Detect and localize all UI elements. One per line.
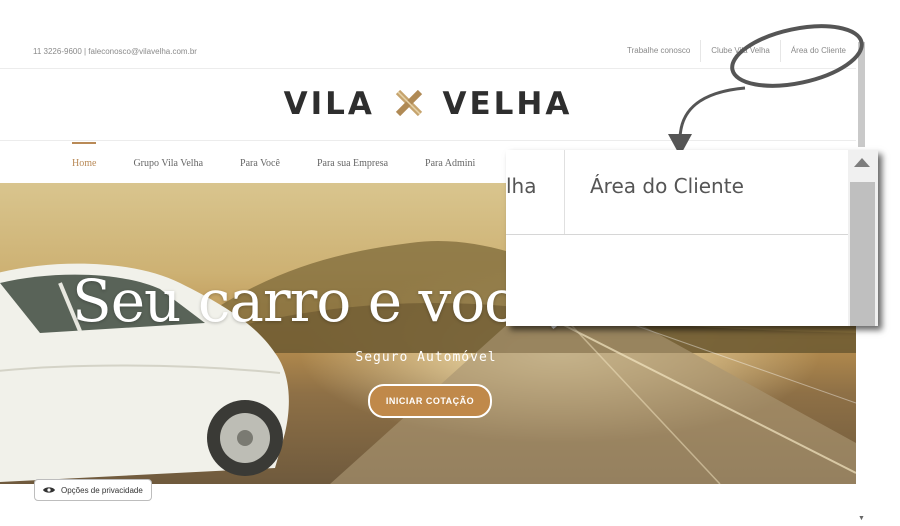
zoom-nav-fragment: lha bbox=[506, 174, 537, 198]
zoom-separator bbox=[564, 150, 565, 234]
zoom-divider bbox=[506, 234, 848, 235]
eye-icon bbox=[43, 487, 55, 493]
zoom-callout: lha Área do Cliente bbox=[506, 150, 878, 326]
nav-item-para-sua-empresa[interactable]: Para sua Empresa bbox=[317, 158, 388, 169]
logo-text-left: VILA bbox=[283, 86, 375, 122]
zoom-area-do-cliente[interactable]: Área do Cliente bbox=[590, 174, 744, 198]
header-divider bbox=[0, 140, 856, 141]
top-links: Trabalhe conosco Clube Vila Velha Área d… bbox=[617, 40, 856, 62]
hero-subtitle-text: Seguro Automóvel bbox=[355, 350, 497, 365]
scroll-down-arrow-icon[interactable]: ▼ bbox=[858, 514, 865, 522]
privacy-options-label: Opções de privacidade bbox=[61, 485, 143, 495]
page-scrollbar-thumb[interactable] bbox=[858, 42, 865, 147]
iniciar-cotacao-button[interactable]: INICIAR COTAÇÃO bbox=[368, 384, 492, 418]
logo-cross-icon bbox=[395, 88, 423, 124]
link-trabalhe-conosco[interactable]: Trabalhe conosco bbox=[617, 40, 700, 62]
top-bar: 11 3226-9600 | faleconosco@vilavelha.com… bbox=[0, 0, 856, 69]
nav-item-para-voce[interactable]: Para Você bbox=[240, 158, 280, 169]
main-nav: Home Grupo Vila Velha Para Você Para sua… bbox=[72, 142, 475, 169]
nav-item-para-admini[interactable]: Para Admini bbox=[425, 158, 475, 169]
link-clube-vila-velha[interactable]: Clube Vila Velha bbox=[700, 40, 780, 62]
scroll-up-arrow-icon[interactable] bbox=[854, 158, 870, 167]
nav-item-grupo-vila-velha[interactable]: Grupo Vila Velha bbox=[133, 158, 203, 169]
site-logo[interactable]: VILA VELHA bbox=[0, 86, 856, 124]
hero-subtitle: Seguro Automóvel bbox=[0, 350, 856, 365]
zoom-scrollbar[interactable] bbox=[848, 150, 878, 326]
contact-info: 11 3226-9600 | faleconosco@vilavelha.com… bbox=[33, 47, 197, 56]
logo-text-right: VELHA bbox=[442, 86, 573, 122]
privacy-options-button[interactable]: Opções de privacidade bbox=[34, 479, 152, 501]
link-area-do-cliente[interactable]: Área do Cliente bbox=[779, 40, 856, 62]
hero-title: Seu carro e você, bbox=[72, 267, 567, 335]
nav-item-home[interactable]: Home bbox=[72, 142, 97, 169]
zoom-scrollbar-thumb[interactable] bbox=[850, 182, 875, 326]
